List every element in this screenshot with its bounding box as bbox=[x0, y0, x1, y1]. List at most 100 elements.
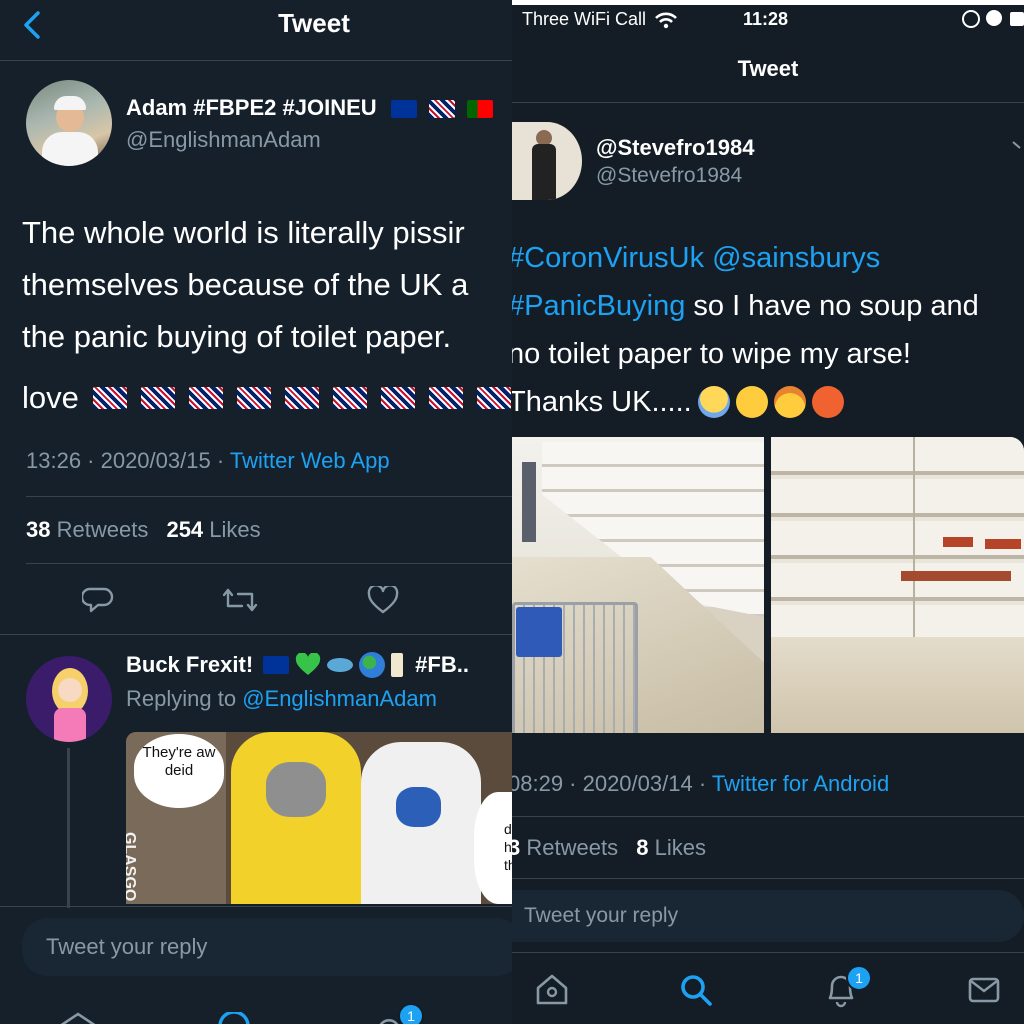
uk-flag-row bbox=[92, 387, 512, 409]
uk-flag-icon bbox=[236, 387, 271, 409]
green-heart-icon bbox=[295, 653, 321, 675]
page-title: Tweet bbox=[737, 56, 799, 81]
engagement-stats: 38 Retweets 254 Likes bbox=[26, 517, 261, 543]
uk-flag-icon bbox=[92, 387, 127, 409]
like-count[interactable]: 254 bbox=[166, 517, 203, 542]
battery-icon bbox=[1010, 12, 1024, 26]
retweets-label[interactable]: Retweets bbox=[57, 517, 149, 542]
divider bbox=[26, 496, 512, 497]
likes-label[interactable]: Likes bbox=[209, 517, 260, 542]
tweet-text-segment: Thanks UK..... bbox=[512, 386, 692, 418]
tab-bar-divider bbox=[512, 952, 1024, 953]
divider bbox=[26, 563, 512, 564]
mention-link[interactable]: @sainsburys bbox=[712, 242, 880, 274]
uk-flag-icon bbox=[284, 387, 319, 409]
divider bbox=[0, 906, 512, 907]
fish-icon bbox=[327, 658, 354, 672]
tweet-line: #CoronVirusUk @sainsburys bbox=[512, 234, 979, 282]
search-icon[interactable] bbox=[678, 972, 714, 1008]
header-divider bbox=[0, 60, 512, 61]
engagement-stats: 3 Retweets 8 Likes bbox=[512, 835, 706, 861]
author-name[interactable]: @Stevefro1984 bbox=[596, 135, 754, 161]
portugal-flag-icon bbox=[467, 100, 494, 119]
tweet-line: no toilet paper to wipe my arse! bbox=[512, 338, 911, 370]
meme-side-text: GLASGO bbox=[126, 832, 138, 902]
tweet-line: The whole world is literally pissir bbox=[22, 215, 465, 250]
retweet-icon[interactable] bbox=[222, 586, 258, 614]
globe-icon bbox=[359, 652, 386, 678]
hashtag-link[interactable]: #CoronVirusUk bbox=[512, 242, 704, 274]
tweet-text-segment: so I have no soup and bbox=[685, 290, 979, 322]
tweet-photo-aisle[interactable] bbox=[512, 437, 764, 733]
notifications-icon[interactable] bbox=[378, 1014, 400, 1024]
retweets-label[interactable]: Retweets bbox=[526, 835, 618, 860]
wifi-icon bbox=[655, 12, 677, 28]
tweet-line: the panic buying of toilet paper. bbox=[22, 319, 452, 354]
timestamp: 08:29 · 2020/03/14 · bbox=[512, 771, 712, 796]
tweet-line: themselves because of the UK a bbox=[22, 267, 469, 302]
carrier-name: Three WiFi Call bbox=[522, 9, 647, 29]
uk-flag-icon bbox=[332, 387, 367, 409]
reply-input[interactable]: Tweet your reply bbox=[512, 890, 1024, 942]
thread-line bbox=[67, 748, 70, 908]
replying-to-label: Replying to bbox=[126, 686, 243, 711]
reply-author-tag: #FB.. bbox=[415, 652, 469, 677]
search-icon[interactable] bbox=[216, 1012, 252, 1024]
uk-flag-icon bbox=[140, 387, 175, 409]
meme-caption-bubble: They're aw deid bbox=[134, 734, 224, 808]
reply-icon[interactable] bbox=[82, 585, 114, 615]
author-avatar[interactable] bbox=[512, 122, 582, 200]
replying-to-handle[interactable]: @EnglishmanAdam bbox=[242, 686, 437, 711]
likes-label[interactable]: Likes bbox=[655, 835, 706, 860]
author-avatar[interactable] bbox=[26, 80, 112, 166]
replying-to: Replying to @EnglishmanAdam bbox=[126, 686, 437, 712]
status-time: 11:28 bbox=[743, 9, 789, 29]
hashtag-link[interactable]: #PanicBuying bbox=[512, 290, 685, 322]
persevering-face-emoji-icon bbox=[735, 386, 768, 418]
source-link[interactable]: Twitter Web App bbox=[230, 448, 390, 473]
messages-envelope-icon[interactable] bbox=[968, 976, 1000, 1004]
like-heart-icon[interactable] bbox=[367, 586, 399, 614]
author-handle[interactable]: @EnglishmanAdam bbox=[126, 127, 321, 153]
angry-face-emoji-icon bbox=[811, 386, 844, 418]
right-tweet-screenshot: Three WiFi Call 11:28 Tweet @Stevefro198… bbox=[512, 0, 1024, 1024]
uk-flag-icon bbox=[476, 387, 511, 409]
meme-right-bubble: d h th bbox=[474, 792, 512, 904]
reply-author-name[interactable]: Buck Frexit! bbox=[126, 652, 253, 678]
exploding-head-emoji-icon bbox=[773, 386, 806, 418]
home-icon[interactable] bbox=[534, 972, 570, 1006]
reply-author-row: Buck Frexit! #FB.. bbox=[126, 652, 469, 678]
tweet-love-line: love bbox=[22, 380, 512, 416]
tweet-text: #CoronVirusUk @sainsburys #PanicBuying s… bbox=[512, 234, 979, 426]
eu-flag-icon bbox=[263, 656, 290, 674]
tweet-line: Thanks UK..... bbox=[512, 378, 979, 426]
tweet-meta: 13:26 · 2020/03/15 · Twitter Web App bbox=[26, 448, 390, 474]
home-icon[interactable] bbox=[58, 1012, 98, 1024]
notification-badge: 1 bbox=[398, 1003, 424, 1024]
page-title: Tweet bbox=[278, 8, 350, 38]
timestamp: 13:26 · 2020/03/15 · bbox=[26, 448, 230, 473]
chevron-down-icon[interactable] bbox=[1012, 140, 1024, 150]
tweet-love-word: love bbox=[22, 380, 79, 415]
tweet-meta: 08:29 · 2020/03/14 · Twitter for Android bbox=[512, 771, 889, 797]
retweet-count[interactable]: 38 bbox=[26, 517, 50, 542]
source-link[interactable]: Twitter for Android bbox=[712, 771, 889, 796]
tweet-line: #PanicBuying so I have no soup and bbox=[512, 282, 979, 330]
divider bbox=[512, 816, 1024, 817]
divider bbox=[512, 878, 1024, 879]
reply-meme-image[interactable]: They're aw deid GLASGO d h th bbox=[126, 732, 512, 904]
status-carrier: Three WiFi Call bbox=[522, 9, 678, 30]
yellow-hazmat-suit bbox=[231, 732, 361, 904]
tweet-photo-shelves[interactable] bbox=[771, 437, 1024, 733]
reply-author-avatar[interactable] bbox=[26, 656, 112, 742]
screaming-face-emoji-icon bbox=[697, 386, 730, 418]
author-name[interactable]: Adam #FBPE2 #JOINEU bbox=[126, 95, 377, 120]
alarm-icon bbox=[986, 10, 1002, 26]
tweet-text: The whole world is literally pissir them… bbox=[22, 207, 468, 363]
reply-input[interactable]: Tweet your reply bbox=[22, 918, 512, 976]
header-divider bbox=[512, 102, 1024, 103]
author-name-row: Adam #FBPE2 #JOINEU bbox=[126, 95, 499, 121]
like-count[interactable]: 8 bbox=[636, 835, 648, 860]
author-handle[interactable]: @Stevefro1984 bbox=[596, 164, 742, 188]
retweet-count[interactable]: 3 bbox=[512, 835, 520, 860]
